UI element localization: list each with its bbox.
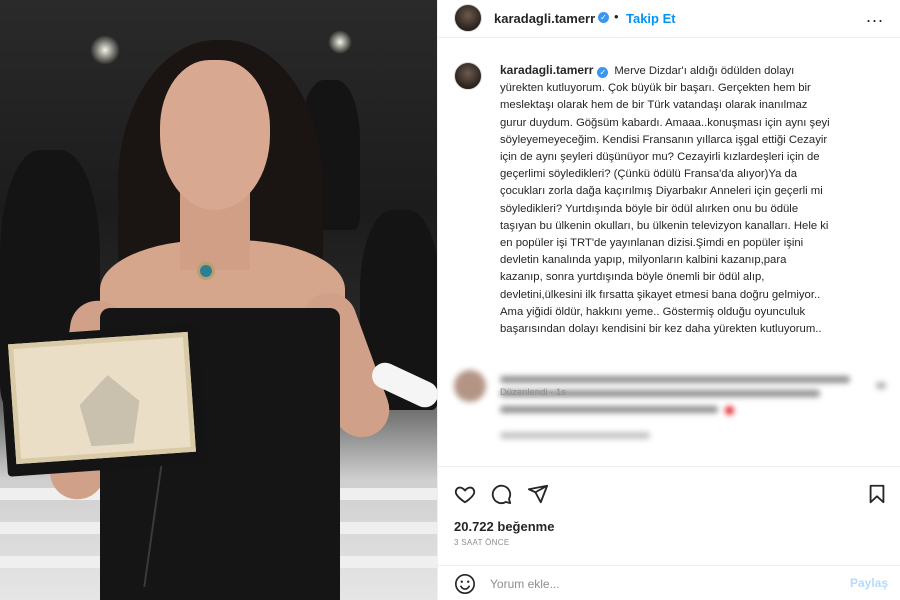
post-photo[interactable] xyxy=(0,0,437,600)
follow-button[interactable]: Takip Et xyxy=(626,11,676,26)
author-avatar[interactable] xyxy=(454,4,482,32)
header-separator: • xyxy=(614,9,619,24)
background-light xyxy=(328,30,352,54)
post-timestamp[interactable]: 3 SAAT ÖNCE xyxy=(454,538,509,547)
post-actions xyxy=(438,466,900,526)
caption-verified-badge-icon: ✓ xyxy=(597,67,609,78)
heart-icon[interactable] xyxy=(454,483,476,505)
commenter-avatar xyxy=(454,370,486,402)
likes-number: 20.722 xyxy=(454,519,494,534)
caption-body: Merve Dizdar'ı aldığı ödülden dolayı yür… xyxy=(500,65,830,336)
comment-heart-emoji xyxy=(725,406,734,415)
comment-text-line xyxy=(500,390,820,397)
caption-text: karadagli.tamerr ✓ Merve Dizdar'ı aldığı ö… xyxy=(500,62,880,338)
comment-meta-line xyxy=(500,432,650,439)
necklace-pendant xyxy=(197,262,215,280)
caption-username[interactable]: karadagli.tamerr xyxy=(500,63,593,77)
comment-bubble-icon[interactable] xyxy=(490,483,512,505)
bookmark-icon[interactable] xyxy=(866,483,888,505)
post-side-panel: karadagli.tamerr ✓ • Takip Et ... karada… xyxy=(437,0,900,600)
post-comment-button[interactable]: Paylaş xyxy=(850,576,888,590)
comment-text-line xyxy=(500,376,850,383)
likes-count[interactable]: 20.722 beğenme xyxy=(454,519,554,534)
more-options-icon[interactable]: ... xyxy=(866,6,884,27)
person-face xyxy=(160,60,270,210)
blurred-comment xyxy=(454,368,894,448)
likes-label: beğenme xyxy=(497,519,555,534)
post-header: karadagli.tamerr ✓ • Takip Et ... xyxy=(438,0,900,38)
comment-like-icon xyxy=(876,382,886,389)
comment-text-line xyxy=(500,406,718,413)
add-comment-bar: Paylaş xyxy=(438,565,900,600)
author-username[interactable]: karadagli.tamerr xyxy=(494,11,595,26)
comment-input[interactable] xyxy=(490,575,830,593)
background-light xyxy=(90,35,120,65)
paper-plane-icon[interactable] xyxy=(527,483,549,505)
verified-badge-icon: ✓ xyxy=(598,12,609,23)
caption-author-avatar[interactable] xyxy=(454,62,482,90)
smiley-icon[interactable] xyxy=(454,573,476,595)
